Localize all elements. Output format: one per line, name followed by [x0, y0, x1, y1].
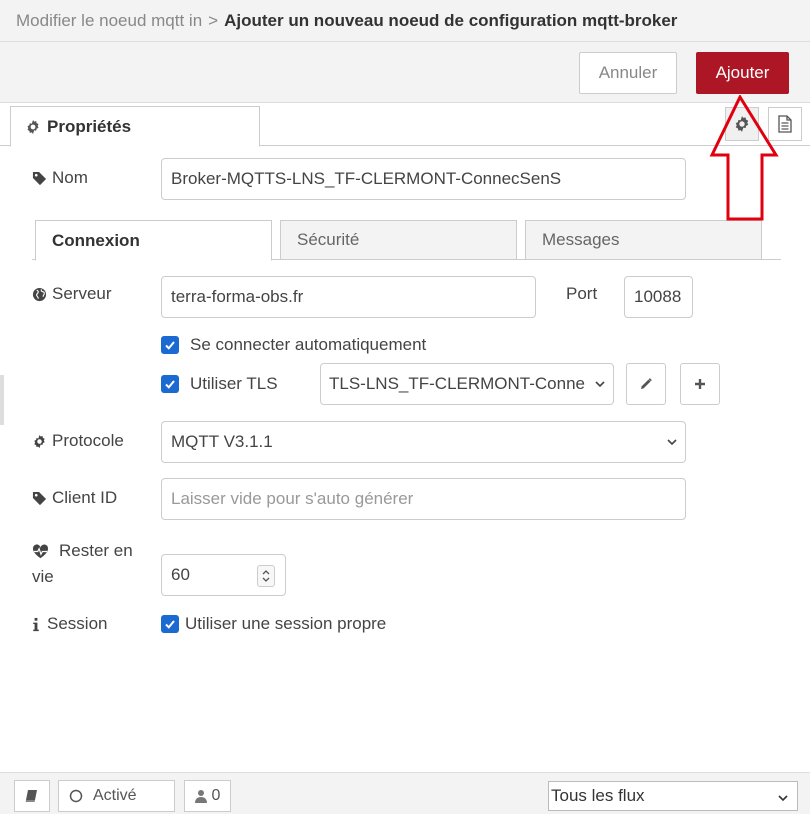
gear-icon: [34, 434, 45, 448]
action-bar: Annuler Ajouter: [0, 42, 810, 103]
tls-config-select[interactable]: TLS-LNS_TF-CLERMONT-Conne: [320, 363, 614, 405]
chevron-up-icon[interactable]: [262, 569, 270, 575]
tag-icon: [32, 491, 47, 505]
breadcrumb: Modifier le noeud mqtt in > Ajouter un n…: [0, 0, 810, 42]
pencil-icon: [641, 378, 652, 389]
check-icon: [165, 620, 175, 629]
user-icon: [194, 790, 207, 803]
globe-icon: [32, 287, 47, 301]
panel-resize-handle[interactable]: [0, 375, 4, 425]
cancel-button[interactable]: Annuler: [579, 52, 677, 94]
info-icon: [33, 617, 39, 631]
protocol-label-text: Protocole: [52, 431, 124, 450]
server-label: Serveur: [32, 284, 112, 304]
users-count-badge: 0: [184, 780, 231, 812]
clean-session-checkbox[interactable]: [161, 615, 179, 633]
connection-subtabs: Connexion Sécurité Messages: [32, 218, 781, 261]
subtab-messages[interactable]: Messages: [525, 220, 762, 260]
session-label: Session: [32, 614, 107, 634]
protocol-select[interactable]: MQTT V3.1.1: [161, 421, 686, 463]
server-label-text: Serveur: [52, 284, 112, 303]
client-id-label-text: Client ID: [52, 488, 118, 507]
auto-connect-checkbox[interactable]: [161, 336, 179, 354]
gear-icon: [27, 119, 39, 134]
tab-settings[interactable]: [725, 107, 759, 141]
use-tls-label: Utiliser TLS: [190, 374, 278, 393]
server-input[interactable]: terra-forma-obs.fr: [161, 276, 536, 318]
scope-value: Tous les flux: [551, 786, 645, 805]
keepalive-label: Rester en vie: [32, 538, 133, 590]
keepalive-input[interactable]: 60: [161, 554, 286, 596]
chevron-down-icon: [595, 381, 605, 388]
chevron-down-icon: [778, 795, 788, 802]
edit-tls-button[interactable]: [626, 363, 666, 405]
heartbeat-icon: [32, 543, 49, 558]
subtab-connexion[interactable]: Connexion: [35, 220, 272, 261]
session-label-text: Session: [47, 614, 108, 633]
book-icon: [25, 790, 37, 802]
chevron-down-icon[interactable]: [262, 577, 270, 583]
node-help-button[interactable]: [14, 780, 50, 812]
protocol-label: Protocole: [32, 431, 124, 451]
tab-properties-label: Propriétés: [47, 116, 132, 136]
circle-icon: [69, 789, 83, 803]
breadcrumb-parent[interactable]: Modifier le noeud mqtt in: [16, 11, 202, 31]
users-count: 0: [211, 787, 221, 804]
client-id-label: Client ID: [32, 488, 117, 508]
gear-icon: [735, 116, 749, 132]
port-label: Port: [566, 284, 598, 303]
check-icon: [165, 341, 175, 350]
keepalive-spinner[interactable]: [257, 565, 275, 587]
tab-properties[interactable]: Propriétés: [10, 106, 260, 147]
keepalive-label-line2: vie: [32, 567, 54, 586]
keepalive-value: 60: [171, 565, 190, 584]
add-button[interactable]: Ajouter: [696, 52, 789, 94]
use-tls-checkbox[interactable]: [161, 375, 179, 393]
port-input[interactable]: 10088: [624, 276, 693, 318]
plus-icon: [695, 379, 705, 389]
document-icon: [778, 115, 792, 133]
scope-select[interactable]: Tous les flux: [548, 781, 798, 811]
tab-strip: Propriétés: [0, 104, 810, 147]
tag-icon: [32, 171, 47, 185]
protocol-value: MQTT V3.1.1: [171, 432, 273, 451]
breadcrumb-separator: >: [208, 10, 219, 30]
breadcrumb-current: Ajouter un nouveau noeud de configuratio…: [224, 10, 678, 30]
clean-session-label: Utiliser une session propre: [185, 614, 387, 633]
check-icon: [165, 380, 175, 389]
tls-config-value: TLS-LNS_TF-CLERMONT-Conne: [329, 374, 586, 393]
name-input[interactable]: Broker-MQTTS-LNS_TF-CLERMONT-ConnecSenS: [161, 158, 686, 200]
chevron-down-icon: [667, 439, 677, 446]
enabled-label: Activé: [93, 787, 137, 804]
subtab-securite[interactable]: Sécurité: [280, 220, 517, 260]
add-tls-button[interactable]: [680, 363, 720, 405]
name-label-text: Nom: [52, 168, 88, 187]
enabled-toggle[interactable]: Activé: [58, 780, 175, 812]
name-label: Nom: [32, 168, 88, 188]
footer-bar: Activé 0 Tous les flux: [0, 772, 810, 814]
keepalive-label-line1: Rester en: [59, 541, 133, 560]
auto-connect-label: Se connecter automatiquement: [190, 335, 427, 354]
client-id-input[interactable]: Laisser vide pour s'auto générer: [161, 478, 686, 520]
tab-description[interactable]: [768, 107, 802, 141]
